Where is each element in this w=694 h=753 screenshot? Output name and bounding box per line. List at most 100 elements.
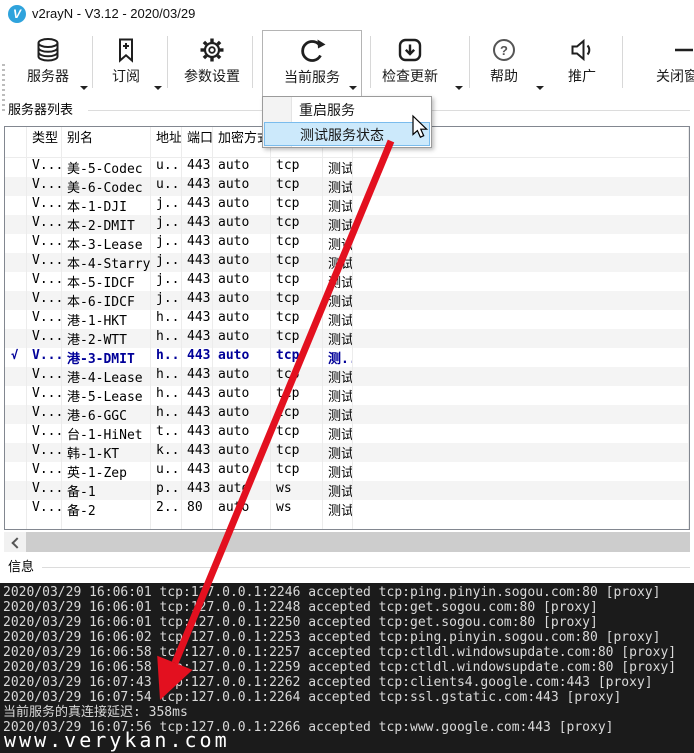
cell-result bbox=[353, 500, 689, 519]
cell-subscription[interactable]: 测试 bbox=[323, 310, 353, 329]
cell-subscription[interactable]: 测试 bbox=[323, 462, 353, 481]
current-service-button[interactable]: 当前服务 bbox=[262, 30, 362, 96]
cell-subscription[interactable]: 测试 bbox=[323, 272, 353, 291]
cell-subscription[interactable]: 测试 bbox=[323, 158, 353, 177]
cell-security: auto bbox=[213, 253, 271, 272]
cell-alias: 本-3-Lease bbox=[62, 234, 151, 253]
menu-item-restart-service[interactable]: 重启服务 bbox=[263, 98, 431, 122]
table-row[interactable]: V...美-5-Codecu...443autotcp测试 bbox=[5, 158, 689, 177]
app-logo-icon: V bbox=[8, 5, 26, 23]
speaker-icon bbox=[567, 35, 597, 65]
log-line: 2020/03/29 16:06:02 tcp:127.0.0.1:2253 a… bbox=[3, 630, 694, 645]
settings-button[interactable]: 参数设置 bbox=[177, 30, 247, 94]
table-row[interactable]: V...港-5-Leaseh...443autotcp测试 bbox=[5, 386, 689, 405]
cell-type: V... bbox=[27, 234, 62, 253]
current-service-dropdown-arrow-icon[interactable] bbox=[349, 86, 357, 90]
cell-subscription[interactable]: 测试 bbox=[323, 367, 353, 386]
table-row[interactable]: V...英-1-Zepu...443autotcp测试 bbox=[5, 462, 689, 481]
help-dropdown-arrow-icon[interactable] bbox=[536, 86, 544, 90]
cell-check bbox=[5, 177, 27, 196]
header-check[interactable] bbox=[5, 127, 27, 157]
table-row[interactable]: V...港-4-Leaseh...443autotcp测试 bbox=[5, 367, 689, 386]
table-row[interactable]: V...韩-1-KTk...443autotcp测试 bbox=[5, 443, 689, 462]
cell-subscription[interactable]: 测试 bbox=[323, 500, 353, 519]
header-type[interactable]: 类型 bbox=[27, 127, 62, 157]
cell-port: 443 bbox=[182, 462, 213, 481]
table-row[interactable]: V...备-22...80autows测试 bbox=[5, 500, 689, 519]
cell-subscription[interactable]: 测试 bbox=[323, 424, 353, 443]
cell-subscription[interactable]: 测试 bbox=[323, 405, 353, 424]
toolbar-separator bbox=[622, 36, 623, 88]
info-group-border bbox=[42, 567, 690, 568]
promotion-button[interactable]: 推广 bbox=[557, 30, 607, 94]
close-window-button[interactable]: 关闭窗口 bbox=[644, 30, 694, 94]
table-row[interactable]: V...本-1-DJIj...443autotcp测试 bbox=[5, 196, 689, 215]
servers-dropdown-arrow-icon[interactable] bbox=[80, 86, 88, 90]
cell-alias: 备-2 bbox=[62, 500, 151, 519]
cell-result bbox=[353, 310, 689, 329]
cell-type: V... bbox=[27, 215, 62, 234]
table-row[interactable]: V...本-4-Starryj...443autotcp测试 bbox=[5, 253, 689, 272]
header-alias[interactable]: 别名 bbox=[62, 127, 151, 157]
cell-subscription[interactable]: 测试 bbox=[323, 329, 353, 348]
cell-type: V... bbox=[27, 329, 62, 348]
cell-alias: 本-4-Starry bbox=[62, 253, 151, 272]
scrollbar-thumb[interactable] bbox=[26, 532, 690, 552]
help-button[interactable]: ? 帮助 bbox=[479, 30, 529, 94]
horizontal-scrollbar[interactable] bbox=[4, 532, 690, 552]
header-address[interactable]: 地址 bbox=[151, 127, 182, 157]
cell-check bbox=[5, 367, 27, 386]
table-row[interactable]: V...本-6-IDCFj...443autotcp测试 bbox=[5, 291, 689, 310]
table-row[interactable]: V...备-1p...443autows测试 bbox=[5, 481, 689, 500]
table-row[interactable]: V...台-1-HiNett...443autotcp测试 bbox=[5, 424, 689, 443]
cell-subscription[interactable]: 测试 bbox=[323, 215, 353, 234]
menu-item-test-service-status[interactable]: 测试服务状态 bbox=[264, 122, 430, 146]
cell-subscription[interactable]: 测试 bbox=[323, 234, 353, 253]
cell-subscription[interactable]: 测试 bbox=[323, 177, 353, 196]
table-row[interactable]: V...港-6-GGCh...443autotcp测试 bbox=[5, 405, 689, 424]
cell-subscription[interactable]: 测试 bbox=[323, 443, 353, 462]
table-row[interactable]: V...本-5-IDCFj...443autotcp测试 bbox=[5, 272, 689, 291]
table-row[interactable]: V...本-2-DMITj...443autotcp测试 bbox=[5, 215, 689, 234]
table-row[interactable]: V...港-1-HKTh...443autotcp测试 bbox=[5, 310, 689, 329]
cell-subscription[interactable]: 测试 bbox=[323, 253, 353, 272]
cell-subscription[interactable]: 测试 bbox=[323, 386, 353, 405]
cell-type: V... bbox=[27, 386, 62, 405]
subscription-dropdown-arrow-icon[interactable] bbox=[154, 86, 162, 90]
cell-check bbox=[5, 196, 27, 215]
check-update-dropdown-arrow-icon[interactable] bbox=[455, 86, 463, 90]
cell-check bbox=[5, 215, 27, 234]
table-row[interactable]: V...美-6-Codecu...443autotcp测试 bbox=[5, 177, 689, 196]
table-row[interactable]: √V...港-3-DMITh...443autotcp测.. bbox=[5, 348, 689, 367]
log-line: 2020/03/29 16:06:01 tcp:127.0.0.1:2248 a… bbox=[3, 600, 694, 615]
cell-subscription[interactable]: 测.. bbox=[323, 348, 353, 367]
table-row[interactable]: V...本-3-Leasej...443autotcp测试 bbox=[5, 234, 689, 253]
title-bar: V v2rayN - V3.12 - 2020/03/29 bbox=[0, 0, 694, 28]
subscription-button[interactable]: 订阅 bbox=[100, 30, 152, 94]
check-update-button[interactable]: 检查更新 bbox=[377, 30, 443, 94]
table-row[interactable]: V...港-2-WTTh...443autotcp测试 bbox=[5, 329, 689, 348]
cell-alias: 本-5-IDCF bbox=[62, 272, 151, 291]
cell-result bbox=[353, 177, 689, 196]
cell-subscription[interactable]: 测试 bbox=[323, 481, 353, 500]
server-table-filler bbox=[5, 519, 689, 529]
cell-subscription[interactable]: 测试 bbox=[323, 291, 353, 310]
cell-port: 443 bbox=[182, 253, 213, 272]
scroll-left-button[interactable] bbox=[4, 532, 26, 552]
servers-button[interactable]: 服务器 bbox=[10, 30, 86, 94]
download-icon bbox=[395, 35, 425, 65]
log-line: 当前服务的真连接延迟: 358ms bbox=[3, 705, 694, 720]
cell-transport: tcp bbox=[271, 177, 323, 196]
log-line: 2020/03/29 16:06:58 tcp:127.0.0.1:2259 a… bbox=[3, 660, 694, 675]
cell-port: 443 bbox=[182, 272, 213, 291]
cell-port: 443 bbox=[182, 329, 213, 348]
cell-address: j... bbox=[151, 272, 182, 291]
cell-check: √ bbox=[5, 348, 27, 367]
cell-port: 443 bbox=[182, 196, 213, 215]
header-port[interactable]: 端口 bbox=[182, 127, 213, 157]
server-table-body: V...美-5-Codecu...443autotcp测试V...美-6-Cod… bbox=[5, 158, 689, 519]
info-group-title: 信息 bbox=[8, 556, 34, 575]
toolbar-grip[interactable] bbox=[2, 64, 5, 114]
cell-subscription[interactable]: 测试 bbox=[323, 196, 353, 215]
cell-transport: ws bbox=[271, 481, 323, 500]
